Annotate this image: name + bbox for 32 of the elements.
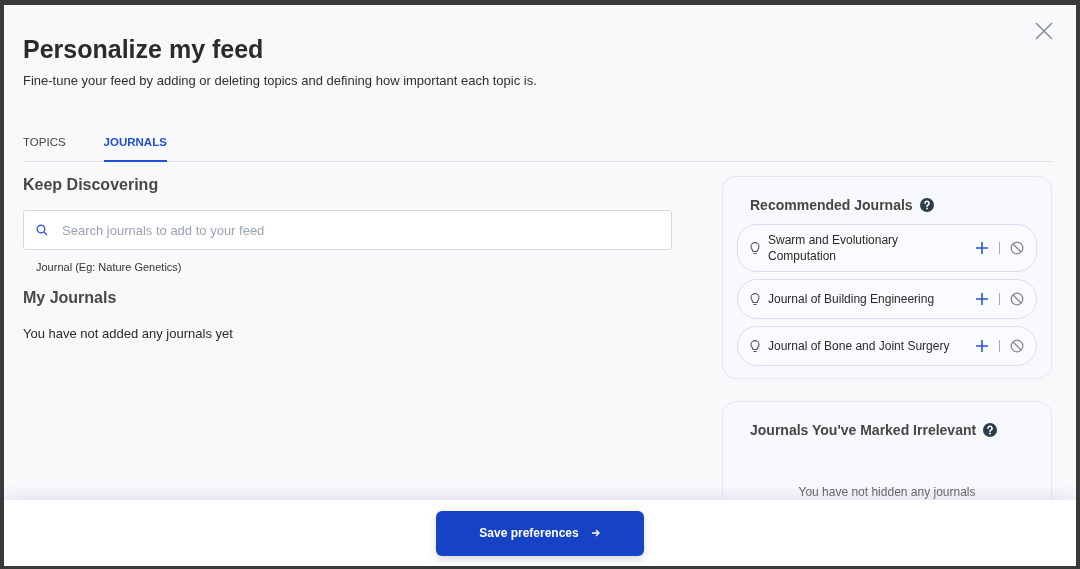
close-icon[interactable] (1034, 21, 1054, 41)
tab[interactable]: TOPICS (23, 128, 66, 162)
journal-name: Journal of Bone and Joint Surgery (767, 338, 951, 354)
journal-chip[interactable]: Journal of Building Engineering (737, 279, 1037, 319)
empty-message: You have not hidden any journals (798, 485, 976, 499)
add-button[interactable] (975, 241, 989, 255)
arrow-icon (590, 528, 601, 538)
save-button[interactable]: Save preferences (436, 510, 644, 556)
tab[interactable]: JOURNALS (103, 128, 167, 162)
lightbulb-icon (750, 339, 760, 353)
add-button[interactable] (975, 339, 989, 353)
journal-name: Journal of Building Engineering (767, 291, 936, 307)
empty-message: You have not added any journals yet (23, 326, 233, 341)
dialog-title: Personalize my feed (23, 35, 265, 63)
journal-chip[interactable]: Journal of Bone and Joint Surgery (737, 326, 1037, 366)
hide-button[interactable] (1010, 339, 1024, 353)
search-hint: Journal (Eg: Nature Genetics) (36, 261, 182, 273)
hide-button[interactable] (1010, 292, 1024, 306)
lightbulb-icon (750, 292, 760, 306)
card-heading: Journals You've Marked Irrelevant (750, 422, 977, 438)
section-heading: Keep Discovering (23, 176, 160, 194)
help-icon[interactable] (919, 198, 934, 212)
lightbulb-icon (750, 241, 760, 255)
add-button[interactable] (975, 292, 989, 306)
journal-chip[interactable]: Swarm and Evolutionary Computation (737, 224, 1037, 272)
section-heading: My Journals (23, 289, 118, 307)
hide-button[interactable] (1010, 241, 1024, 255)
dialog-subtitle: Fine-tune your feed by adding or deleting topics and defining how important each topic is. (23, 73, 537, 88)
card-heading: Recommended Journals (750, 197, 913, 213)
help-icon[interactable] (983, 423, 998, 437)
journal-name: Swarm and Evolutionary Computation (767, 232, 900, 264)
search-field[interactable]: Search journals to add to your feed (23, 210, 672, 250)
